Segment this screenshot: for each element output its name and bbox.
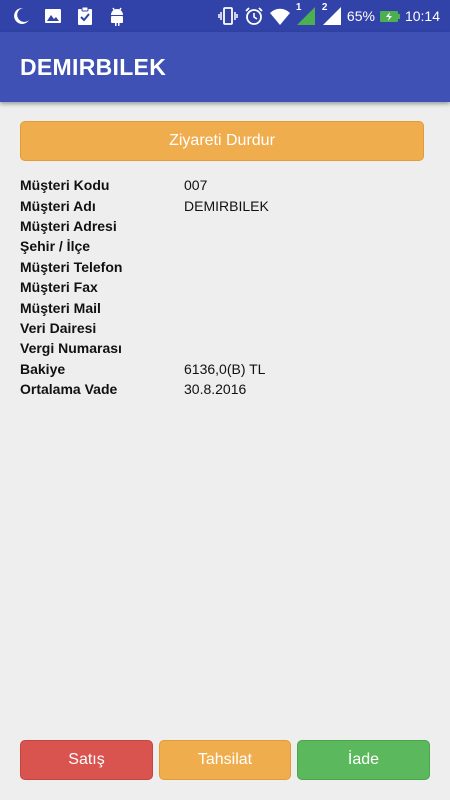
- info-label: Vergi Numarası: [20, 340, 122, 357]
- info-row-tax-number: Vergi Numarası: [20, 338, 424, 358]
- signal-sim2-icon: 2: [321, 2, 343, 27]
- info-label: Şehir / İlçe: [20, 238, 91, 255]
- info-value: 30.8.2016: [184, 381, 247, 398]
- stop-visit-button[interactable]: Ziyareti Durdur: [20, 121, 424, 161]
- battery-percent: 65%: [346, 8, 375, 24]
- sim1-label: 1: [295, 2, 302, 13]
- sim2-label: 2: [321, 2, 328, 13]
- info-label: Müşteri Mail: [20, 299, 101, 316]
- status-bar: 1 2 65% 10:14: [0, 0, 450, 32]
- info-label: Müşteri Adresi: [20, 217, 117, 234]
- image-icon: [42, 5, 64, 27]
- moon-icon: [10, 5, 32, 27]
- info-row-balance: Bakiye 6136,0(B) TL: [20, 359, 424, 379]
- sales-button[interactable]: Satış: [20, 740, 153, 780]
- info-label: Bakiye: [20, 360, 66, 377]
- return-button[interactable]: İade: [297, 740, 430, 780]
- info-row-city-district: Şehir / İlçe: [20, 236, 424, 256]
- info-row-customer-mail: Müşteri Mail: [20, 297, 424, 317]
- wifi-icon: [269, 5, 291, 27]
- info-label: Müşteri Adı: [20, 197, 96, 214]
- info-row-customer-fax: Müşteri Fax: [20, 277, 424, 297]
- signal-sim1-icon: 1: [295, 2, 317, 27]
- clock: 10:14: [404, 8, 440, 24]
- status-bar-notifications: [10, 5, 128, 27]
- info-row-customer-code: Müşteri Kodu 007: [20, 175, 424, 195]
- info-value: DEMIRBILEK: [184, 197, 269, 214]
- info-row-customer-name: Müşteri Adı DEMIRBILEK: [20, 195, 424, 215]
- info-row-tax-office: Veri Dairesi: [20, 318, 424, 338]
- battery-charging-icon: [379, 5, 401, 27]
- vibrate-icon: [217, 5, 239, 27]
- info-row-customer-address: Müşteri Adresi: [20, 216, 424, 236]
- status-bar-system: 1 2 65% 10:14: [217, 2, 440, 27]
- info-label: Ortalama Vade: [20, 381, 118, 398]
- clipboard-check-icon: [74, 5, 96, 27]
- android-icon: [106, 5, 128, 27]
- info-value: 007: [184, 177, 208, 194]
- collection-button[interactable]: Tahsilat: [159, 740, 291, 780]
- info-label: Müşteri Fax: [20, 279, 98, 296]
- customer-info: Müşteri Kodu 007 Müşteri Adı DEMIRBILEK …: [20, 175, 424, 399]
- info-row-customer-phone: Müşteri Telefon: [20, 257, 424, 277]
- alarm-icon: [243, 5, 265, 27]
- info-label: Müşteri Kodu: [20, 177, 110, 194]
- info-label: Veri Dairesi: [20, 319, 97, 336]
- info-label: Müşteri Telefon: [20, 258, 123, 275]
- page-title: DEMIRBILEK: [20, 54, 167, 80]
- info-row-average-term: Ortalama Vade 30.8.2016: [20, 379, 424, 399]
- info-value: 6136,0(B) TL: [184, 360, 266, 377]
- app-bar: DEMIRBILEK: [0, 32, 450, 102]
